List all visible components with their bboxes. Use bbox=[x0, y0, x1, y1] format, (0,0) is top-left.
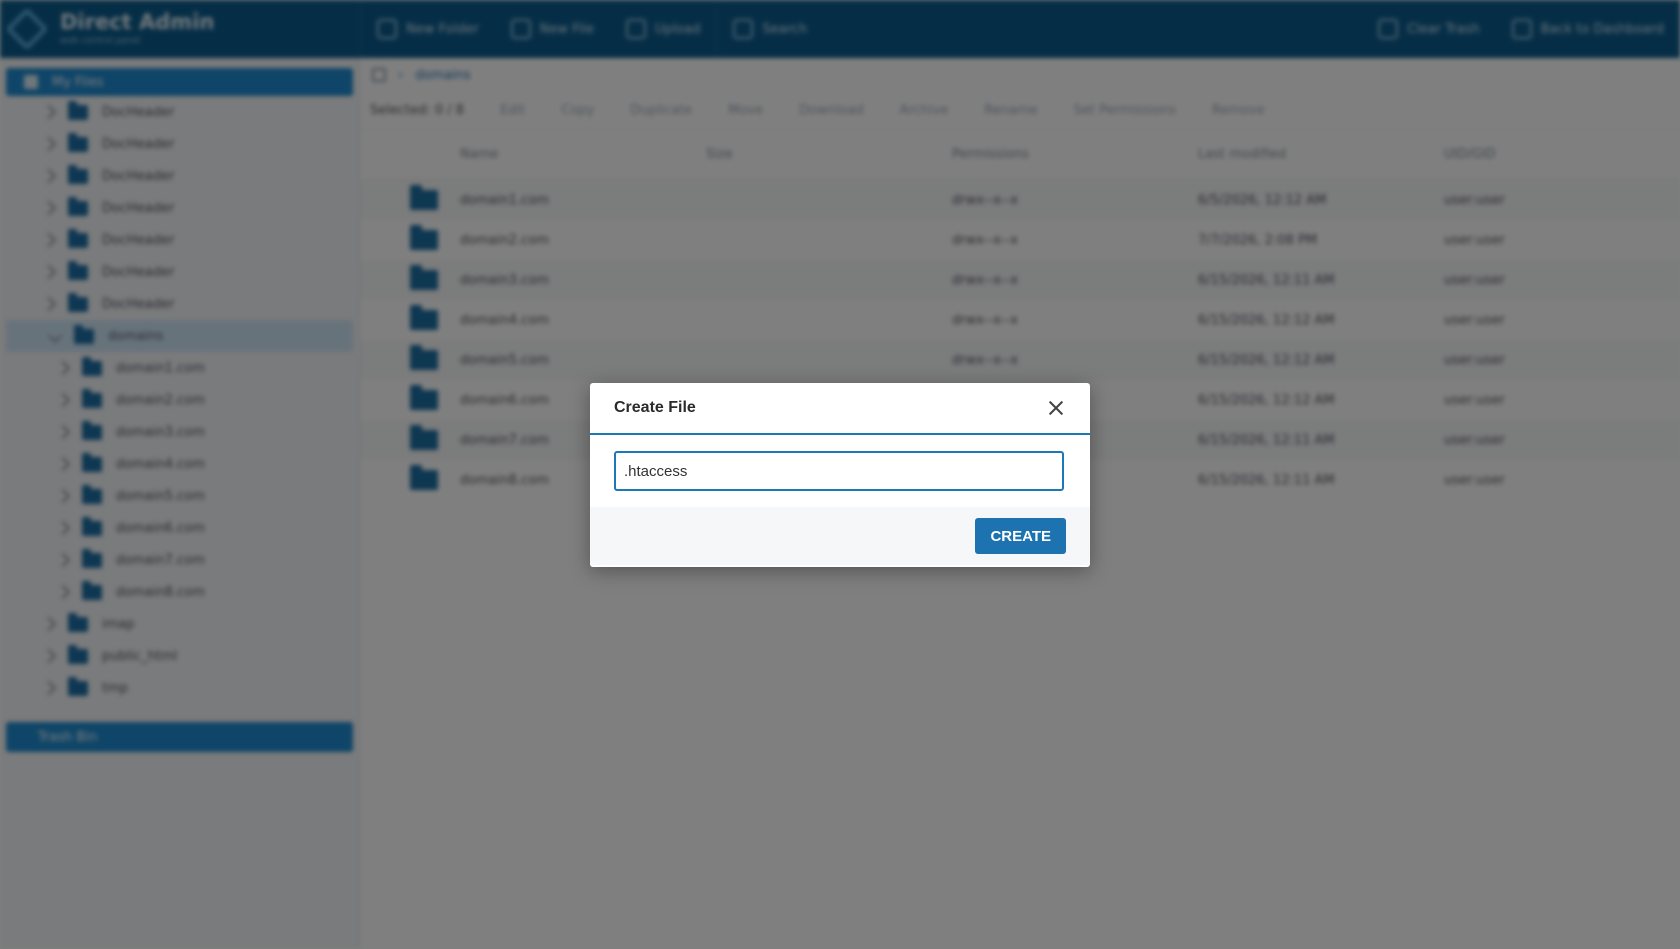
create-button[interactable]: CREATE bbox=[975, 518, 1066, 554]
dialog-body bbox=[590, 435, 1090, 507]
filename-input[interactable] bbox=[614, 451, 1064, 491]
dialog-title: Create File bbox=[614, 399, 696, 416]
create-file-dialog: Create File CREATE bbox=[590, 383, 1090, 567]
dialog-header: Create File bbox=[590, 383, 1090, 435]
dialog-footer: CREATE bbox=[590, 507, 1090, 565]
close-icon[interactable] bbox=[1046, 398, 1066, 418]
